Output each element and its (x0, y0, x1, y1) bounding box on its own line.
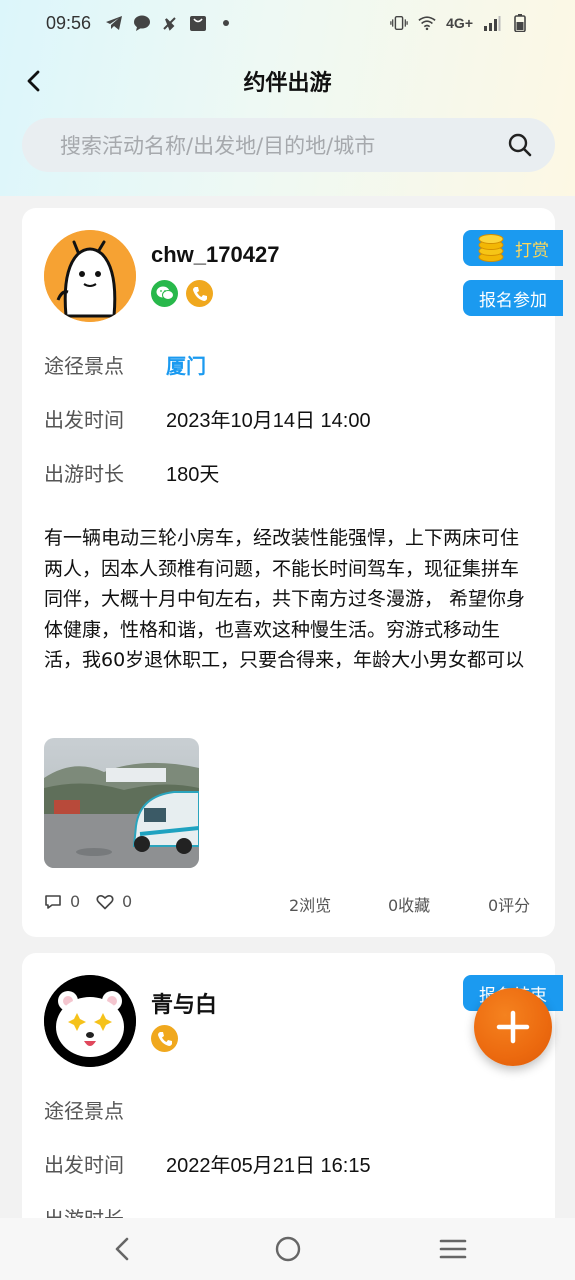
page-title: 约伴出游 (243, 71, 332, 96)
notification-icons (105, 15, 235, 31)
duration-label: 出游时长 (44, 462, 124, 486)
coins-icon (478, 234, 504, 262)
wifi-icon (418, 15, 436, 31)
wechat-icon[interactable] (151, 280, 178, 307)
back-arrow-icon (27, 70, 40, 92)
search-input[interactable]: 搜索活动名称/出发地/目的地/城市 (22, 118, 555, 172)
duration-value: 180天 (166, 464, 220, 486)
trip-description: 有一辆电动三轮小房车，经改装性能强悍，上下两床可住两人，因本人颈椎有问题，不能长… (44, 527, 526, 671)
avatar[interactable] (44, 975, 136, 1067)
back-button[interactable] (18, 66, 48, 96)
route-value[interactable]: 厦门 (166, 350, 206, 379)
avatar[interactable] (44, 230, 136, 322)
system-status: 4G+ (390, 14, 529, 32)
shopping-bag-icon (189, 15, 207, 31)
system-back-button[interactable] (102, 1232, 142, 1266)
route-label: 途径景点 (44, 354, 124, 378)
reward-label: 打赏 (515, 240, 549, 261)
contact-icons (151, 1025, 178, 1052)
system-recents-button[interactable] (433, 1232, 473, 1266)
like-count-value: 0 (122, 892, 133, 911)
comment-count-value: 0 (70, 892, 81, 911)
trip-card[interactable]: chw_170427 打赏 报名参加 途径景点 厦门 出发时间 2023年10月… (22, 208, 563, 937)
search-icon[interactable] (507, 132, 533, 158)
phone-icon[interactable] (186, 280, 213, 307)
depart-time-label: 出发时间 (44, 408, 124, 432)
system-home-button[interactable] (268, 1232, 308, 1266)
vibrate-icon (390, 15, 408, 31)
route-label: 途径景点 (44, 1099, 124, 1123)
username[interactable]: chw_170427 (151, 242, 279, 268)
depart-time-value: 2023年10月14日 14:00 (166, 410, 371, 432)
signal-icon (483, 15, 501, 31)
battery-icon (511, 14, 529, 32)
like-count[interactable]: 0 (96, 892, 132, 911)
trip-card[interactable]: 青与白 报名结束 途径景点 出发时间 2022年05月21日 16:15 出游时… (22, 953, 563, 1253)
plus-icon (496, 1010, 530, 1044)
home-circle-icon (275, 1236, 301, 1262)
phone-icon[interactable] (151, 1025, 178, 1052)
comment-count[interactable]: 0 (44, 892, 80, 911)
back-triangle-icon (115, 1237, 129, 1261)
reward-button[interactable]: 打赏 (463, 230, 563, 266)
menu-lines-icon (439, 1239, 467, 1259)
depart-time-label: 出发时间 (44, 1153, 124, 1177)
dot-icon (217, 15, 235, 31)
favorite-count: 0收藏 (388, 896, 431, 915)
status-bar: 09:56 4G+ (0, 0, 575, 46)
contact-icons (151, 280, 213, 307)
telegram-icon (105, 15, 123, 31)
status-time: 09:56 (46, 12, 92, 33)
view-count: 2浏览 (289, 896, 332, 915)
depart-time-value: 2022年05月21日 16:15 (166, 1155, 371, 1177)
muted-notification-icon (161, 15, 179, 31)
signup-button[interactable]: 报名参加 (463, 280, 563, 316)
heart-icon (96, 894, 114, 909)
trip-photo[interactable] (44, 738, 199, 868)
system-nav-bar (0, 1218, 575, 1280)
search-placeholder: 搜索活动名称/出发地/目的地/城市 (60, 134, 376, 158)
comment-icon (45, 894, 61, 909)
network-type: 4G+ (446, 15, 473, 31)
rating-count: 0评分 (488, 896, 531, 915)
add-trip-button[interactable] (474, 988, 552, 1066)
post-stats: 0 0 2浏览 0收藏 0评分 (44, 892, 534, 915)
signup-label: 报名参加 (479, 290, 547, 311)
chat-bubble-icon (133, 15, 151, 31)
nav-bar: 约伴出游 (0, 56, 575, 106)
username[interactable]: 青与白 (151, 987, 217, 1019)
